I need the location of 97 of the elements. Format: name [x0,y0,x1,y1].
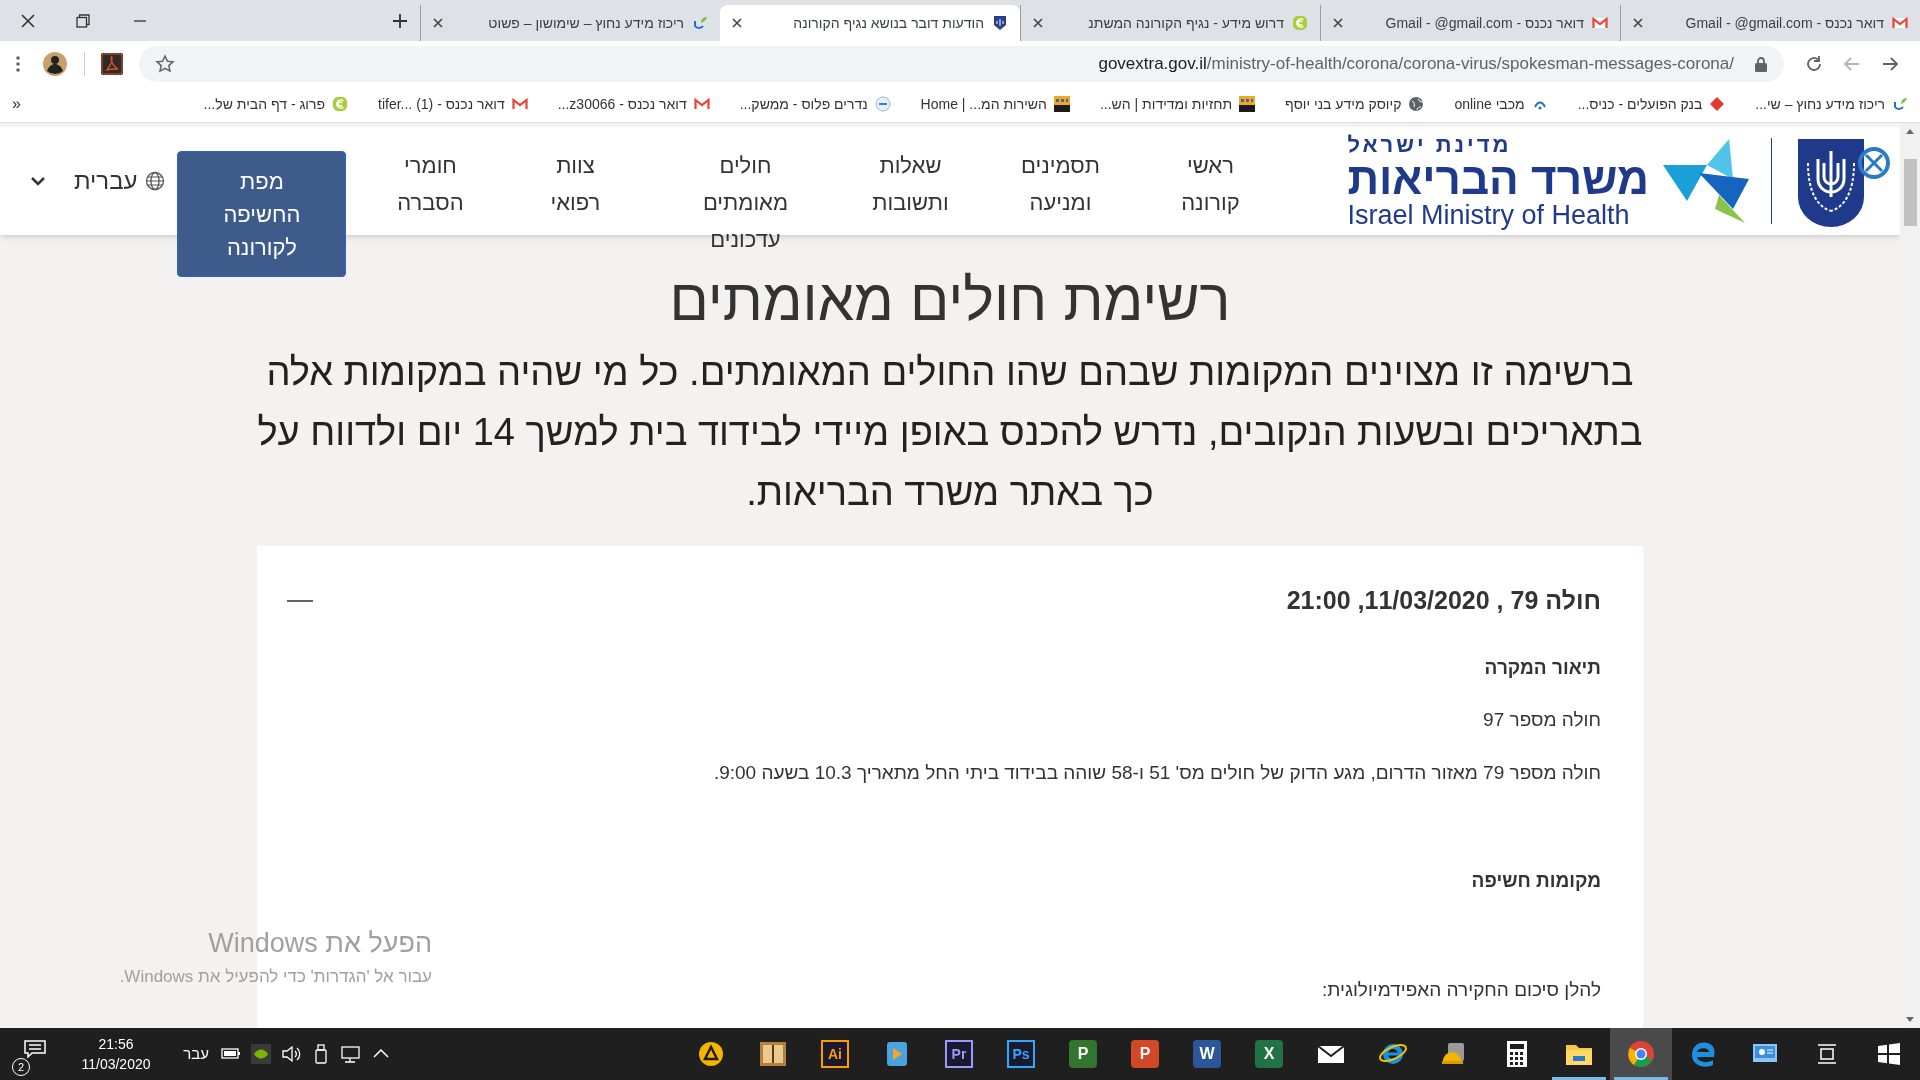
close-icon[interactable] [1033,18,1043,28]
tile-icon [1053,96,1070,112]
clock-time[interactable]: 21:56 [98,1034,134,1054]
avatar-icon[interactable] [42,50,68,77]
network-icon[interactable] [340,1043,362,1065]
round-browser-icon [1626,1039,1656,1069]
intro-paragraph: ברשימה זו מצוינים המקומות שבהם שהו החולים המאומתים. כל מי שהיה במקומות אלה בתאריכים ובשעות הנקובים, נדרש להכנס באופן מיידי לבידוד בית למשך 14 יום ולדווח על כך באתר משרד הבריאות. [256,350,1644,515]
nav-link[interactable]: תסמינים ומניעה [1020,147,1100,221]
diamond-icon [1709,96,1726,112]
volume-icon[interactable] [280,1043,302,1065]
mail-icon [693,96,710,112]
star-icon[interactable] [155,53,175,74]
sprout-icon [1892,96,1908,112]
ministry-name: משרד הבריאות [1347,155,1649,202]
gpu-icon[interactable] [250,1043,272,1065]
bookmark-link[interactable]: בנק הפועלים - כניס... [1577,93,1703,115]
input-language[interactable]: עבר [176,1042,216,1066]
nav-link[interactable]: צוות רפואי [550,147,601,221]
case-text: חולה מספר 79 מאזור הדרום, מגע הדוק של חולים מס' 51 ו-58 שוהה בבידוד ביתי החל מתאריך 10.3 בשעה 9:00. [713,760,1601,785]
tab-title: ריכוז מידע נחוץ – שימושון – פשוט [487,13,684,33]
bookmark-link[interactable]: השירות המ... | Home [920,93,1047,115]
mail-icon [511,96,528,112]
scrollbar[interactable] [1900,123,1920,1028]
bookmark-link[interactable]: נדרים פלוס - ממשק... [739,93,868,115]
tab-title: דואר נכנס - Gmail - @gmail.com [1684,13,1884,33]
swirl-icon [332,96,348,112]
globe-icon[interactable] [145,171,166,191]
taskbar-app-button[interactable]: P [1052,1028,1114,1080]
tab-title: דואר נכנס - Gmail - @gmail.com [1384,13,1584,33]
taskbar-app-button[interactable]: X [1238,1028,1300,1080]
case-text: להלן סיכום החקירה האפידמיולוגית: [1321,977,1601,1002]
language-selector[interactable]: עברית [74,163,138,199]
ring-icon [874,96,891,112]
notification-icon[interactable] [24,1040,46,1058]
globe-icon [1408,96,1425,112]
nav-link[interactable]: חומרי הסברה [397,147,464,221]
nav-link[interactable]: חולים מאומתים עדכונים [702,147,789,258]
browser-tab[interactable]: הודעות דובר בנושא נגיף הקורונה [720,5,1020,41]
bookmark-link[interactable]: דואר נכנס - z30066... [557,93,687,115]
book-icon [758,1039,788,1069]
close-icon[interactable] [732,18,742,28]
pdf-icon[interactable] [101,52,123,75]
taskbar-app-button[interactable]: P [1114,1028,1176,1080]
app-tile-icon: Ps [1007,1040,1035,1068]
bookmark-link[interactable]: ריכוז מידע נחוץ – שי... [1755,93,1885,115]
bookmark-link[interactable]: מכבי online [1454,93,1525,115]
section-heading: מקומות חשיפה [1470,869,1601,893]
scrollbar-thumb[interactable] [1903,159,1917,226]
app-tile-icon: Pr [945,1040,973,1068]
app-tile-icon: Ai [821,1040,849,1068]
app-tile-icon: W [1193,1040,1221,1068]
app-tile-icon: P [1131,1040,1159,1068]
taskbar-app-button[interactable]: Pr [928,1028,990,1080]
swirl-icon [1292,15,1308,31]
tile-icon [1239,96,1256,112]
chevron-down-icon[interactable] [30,176,46,186]
app-tile-icon: X [1255,1040,1283,1068]
nav-link[interactable]: ראשי קורונה [1181,147,1240,221]
scroll-up-icon[interactable] [1905,127,1915,135]
bookmark-link[interactable]: פרוג - דף הבית של... [203,93,325,115]
close-icon[interactable] [1633,18,1643,28]
activation-title: הפעל את Windows [208,927,432,960]
taskbar-app-button[interactable]: W [1176,1028,1238,1080]
bookmark-link[interactable]: קיוסק מידע בני יוסף [1285,93,1402,115]
activation-message: עבור אל 'הגדרות' כדי להפעיל את Windows. [119,965,432,988]
circle-badge-icon [696,1039,726,1069]
case-text: חולה מספר 97 [1483,708,1601,732]
state-name: מדינת ישראל [1347,133,1512,156]
exposure-map-button[interactable]: מפת החשיפה לקורונה [177,151,347,277]
mail-icon [1592,15,1608,31]
emblem-icon [992,15,1008,31]
case-title: חולה 79 , 11/03/2020, 21:00 [1286,585,1601,616]
restore-icon[interactable] [75,13,90,28]
page-heading: רשימת חולים מאומתים [669,270,1231,330]
lock-icon [1754,55,1768,72]
bookmark-link[interactable]: תחזיות ומדידות | הש... [1099,93,1233,115]
section-heading: תיאור המקרה [1483,655,1601,680]
tab-title: דרוש מידע - נגיף הקורונה המשתנ [1087,13,1284,33]
close-icon[interactable] [433,18,443,28]
bookmarks-overflow-button[interactable]: » [12,92,52,116]
notification-count-badge: 2 [12,1058,30,1076]
scroll-down-icon[interactable] [1905,1016,1915,1024]
mail-icon [1892,15,1908,31]
close-icon[interactable] [20,13,35,28]
close-icon[interactable] [1333,18,1343,28]
collapse-icon[interactable] [287,598,313,603]
app-tile-icon: P [1069,1040,1097,1068]
nav-link[interactable]: שאלות ותשובות [872,147,949,221]
taskbar-app-button[interactable]: Ps [990,1028,1052,1080]
clock-date[interactable]: 11/03/2020 [81,1054,151,1074]
new-tab-icon[interactable] [392,12,408,29]
ministry-english-name: Israel Ministry of Health [1347,201,1630,229]
taskbar-app-button[interactable]: Ai [804,1028,866,1080]
bookmark-link[interactable]: דואר נכנס - tifer... (1) [378,93,505,115]
sprout-icon [692,15,708,31]
tab-title: הודעות דובר בנושא נגיף הקורונה [792,13,984,33]
reload-icon[interactable] [1804,53,1824,74]
